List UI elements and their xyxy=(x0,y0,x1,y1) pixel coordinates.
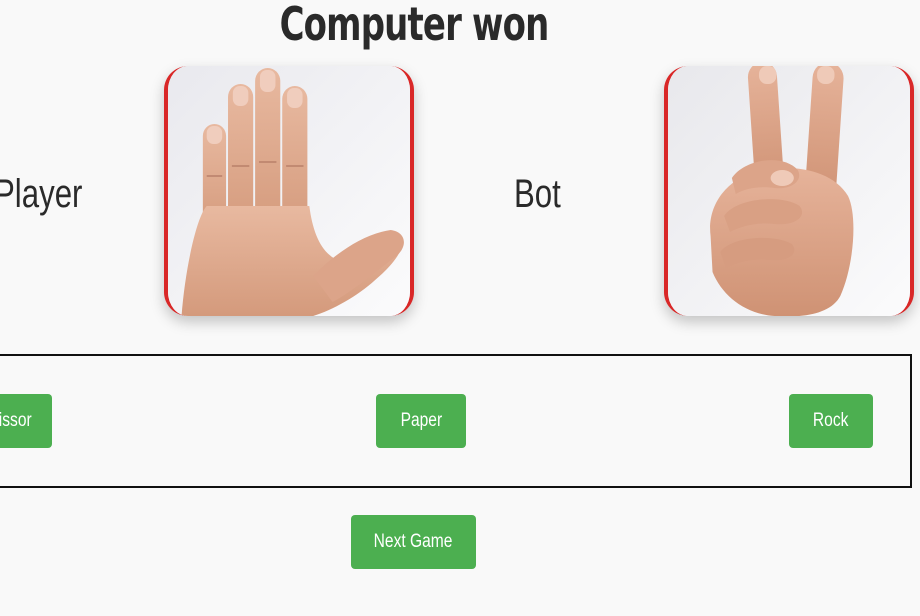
result-title: Computer won xyxy=(279,0,550,51)
game-page: Computer won Player Bot ssor Paper Rock … xyxy=(0,0,920,616)
rock-button-label: Rock xyxy=(813,410,849,431)
paper-button[interactable]: Paper xyxy=(376,394,466,448)
bot-choice-card xyxy=(664,66,914,316)
open-hand-paper-icon xyxy=(168,66,410,316)
player-choice-card xyxy=(164,66,414,316)
scissor-button[interactable]: Scissor xyxy=(0,394,52,448)
two-fingers-scissor-icon xyxy=(668,66,910,316)
next-game-button-label: Next Game xyxy=(374,531,453,552)
rock-button[interactable]: Rock xyxy=(789,394,873,448)
player-label: Player xyxy=(0,172,83,216)
next-game-button[interactable]: Next Game xyxy=(351,515,476,569)
bot-label: Bot xyxy=(514,172,561,216)
scissor-button-label: Scissor xyxy=(0,410,32,431)
paper-button-label: Paper xyxy=(400,410,442,431)
